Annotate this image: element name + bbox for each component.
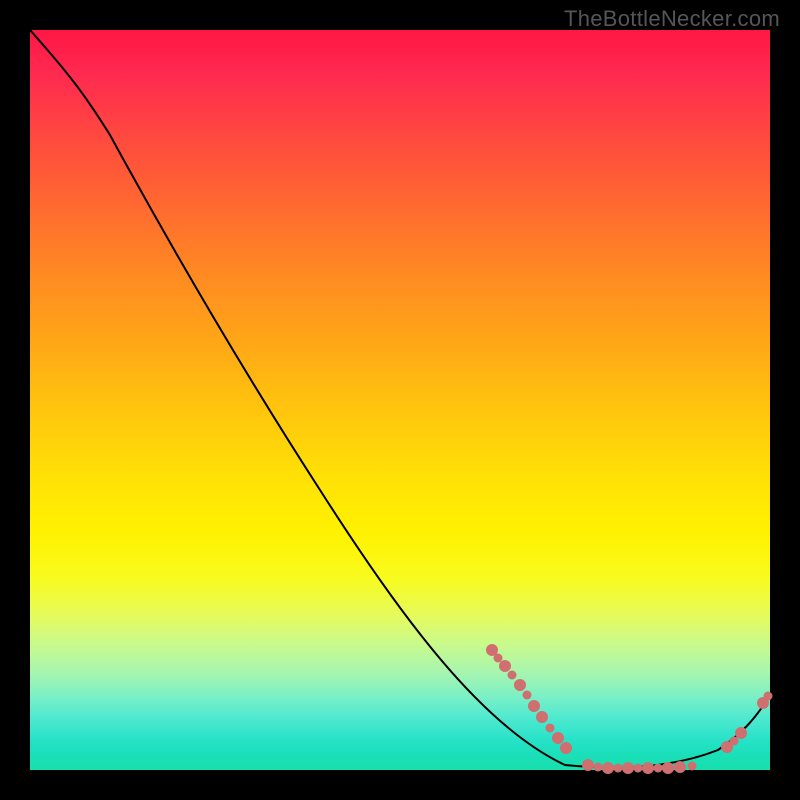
data-point — [514, 679, 526, 691]
data-point — [582, 759, 594, 771]
data-point — [642, 762, 654, 774]
data-point — [528, 700, 540, 712]
plot-area — [30, 30, 770, 770]
chart-container: TheBottleNecker.com — [0, 0, 800, 800]
data-point — [602, 762, 614, 774]
data-point — [764, 692, 773, 701]
data-point — [674, 761, 686, 773]
watermark: TheBottleNecker.com — [564, 6, 780, 32]
data-point — [508, 671, 517, 680]
data-point — [735, 727, 747, 739]
data-point — [560, 742, 572, 754]
data-point — [662, 762, 674, 774]
data-points — [30, 30, 770, 770]
data-point — [688, 762, 697, 771]
data-point — [622, 762, 634, 774]
data-point — [546, 724, 555, 733]
data-point — [536, 711, 548, 723]
data-point — [523, 691, 532, 700]
